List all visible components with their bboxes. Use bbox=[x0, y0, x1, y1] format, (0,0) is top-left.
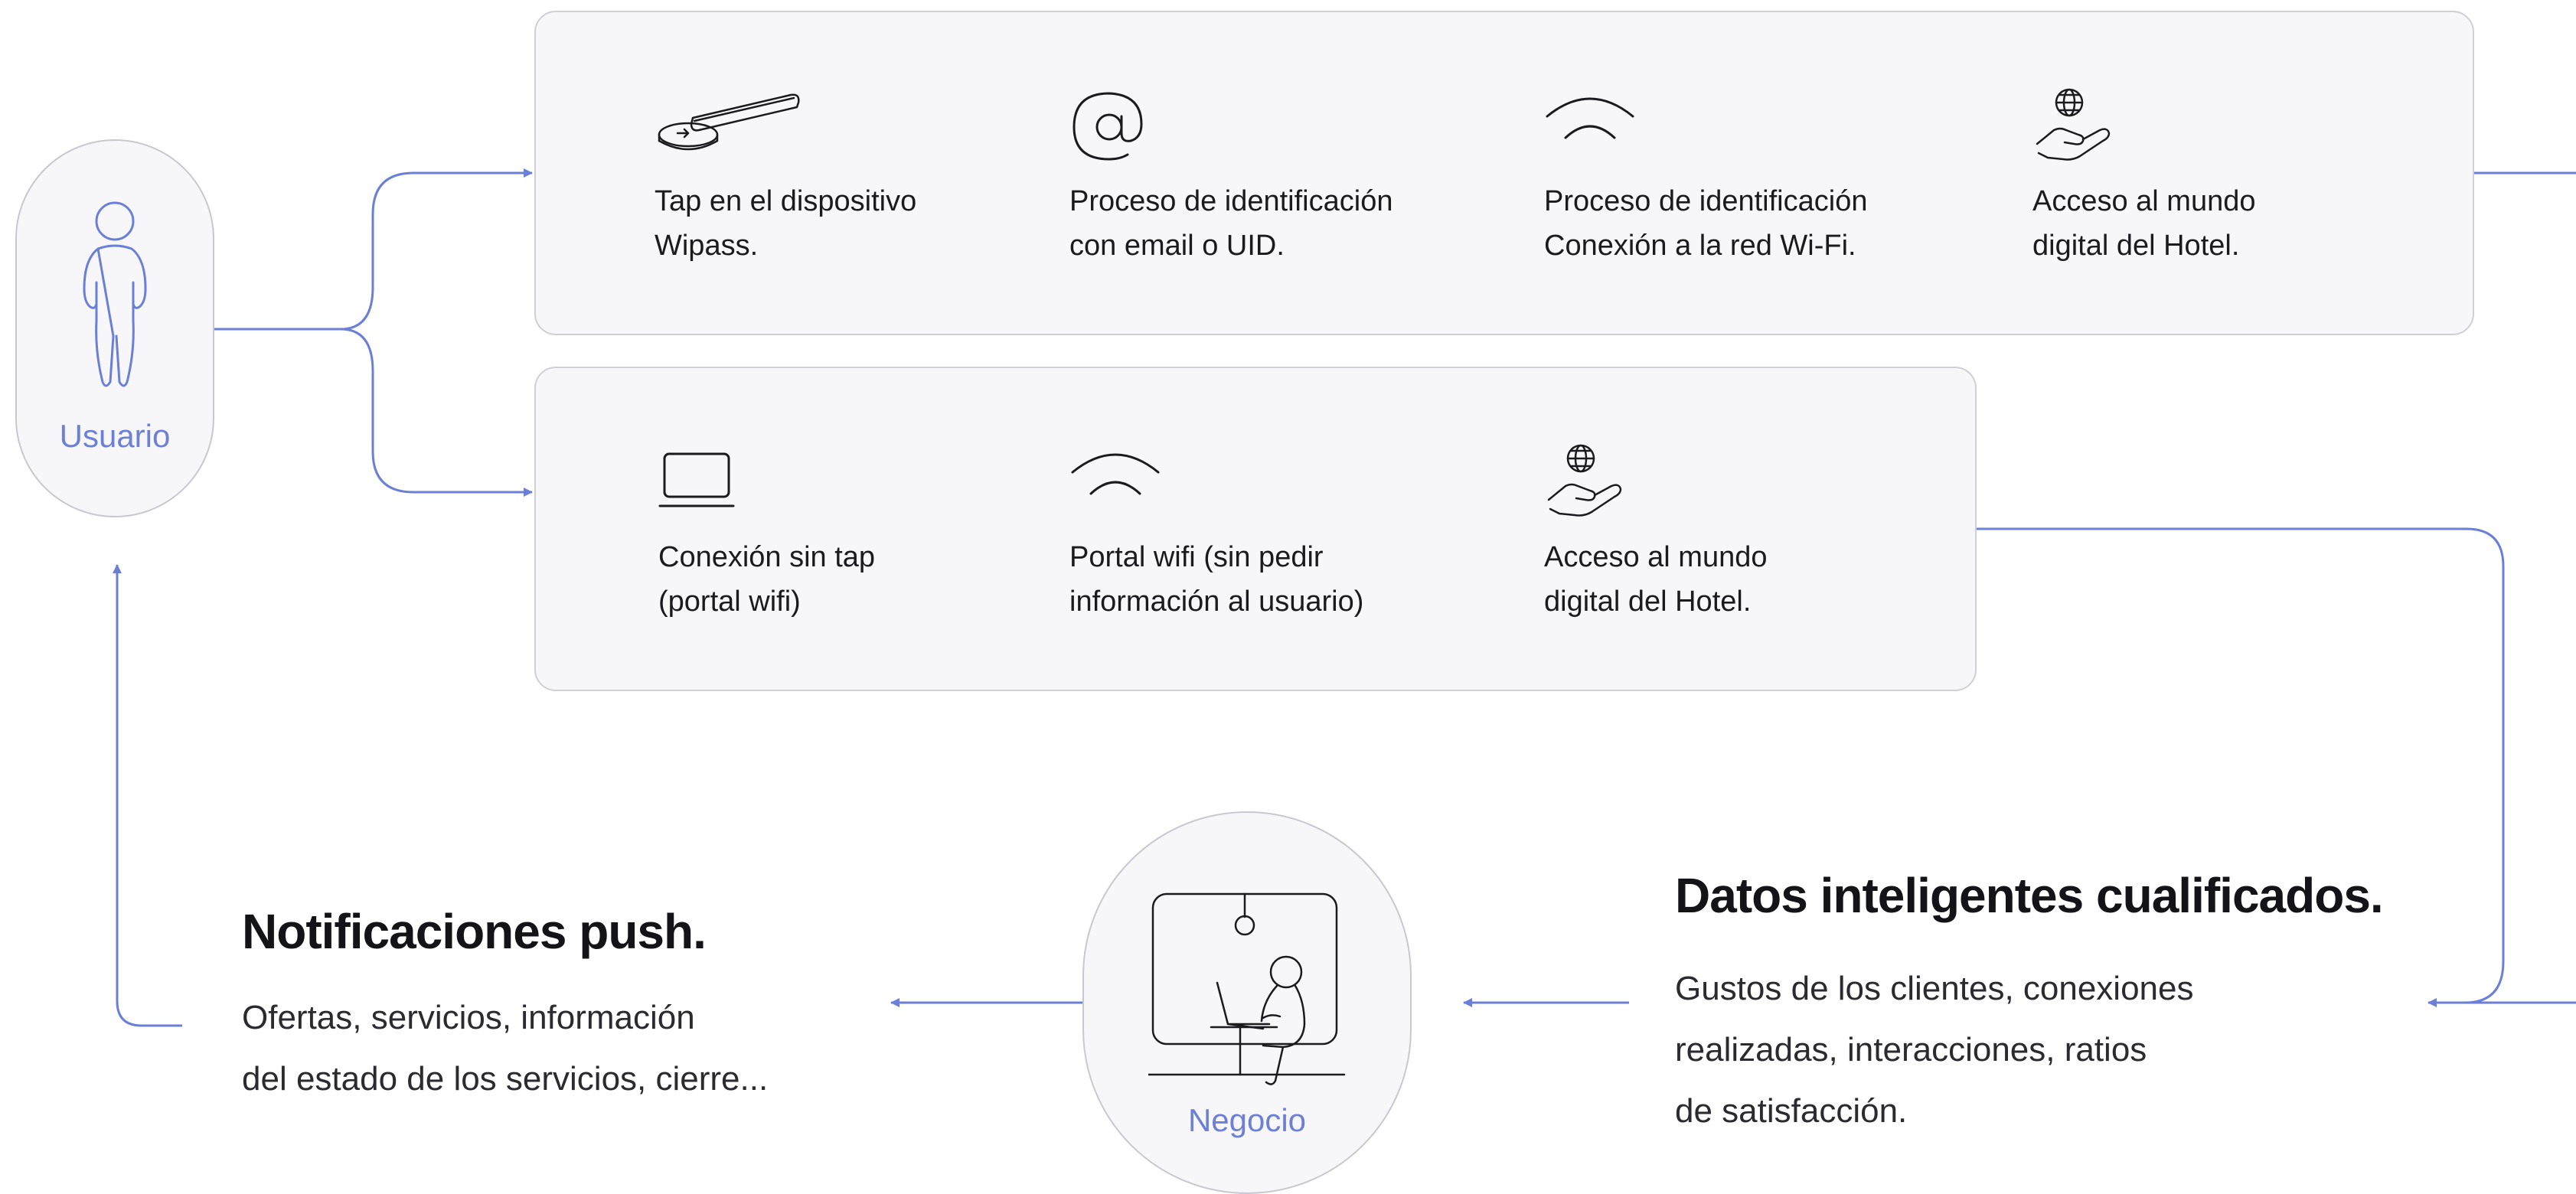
step-line: digital del Hotel. bbox=[2032, 230, 2240, 262]
person-icon bbox=[83, 201, 147, 387]
connector-to-tap-flow bbox=[340, 168, 533, 331]
smart-data-description: Gustos de los clientes, conexiones reali… bbox=[1675, 958, 2194, 1142]
push-notifications-description: Ofertas, servicios, información del esta… bbox=[242, 987, 768, 1110]
step-line: Wipass. bbox=[655, 230, 759, 262]
laptop-icon bbox=[658, 452, 735, 507]
portal-flow-box: Conexión sin tap (portal wifi) Portal wi… bbox=[534, 367, 1977, 691]
globe-hand-icon bbox=[1547, 444, 1622, 517]
push-notifications-title: Notificaciones push. bbox=[242, 904, 707, 959]
at-sign-icon bbox=[1073, 92, 1143, 161]
tap-step-access-text: Acceso al mundo digital del Hotel. bbox=[2032, 179, 2256, 268]
step-line: con email o UID. bbox=[1069, 230, 1285, 262]
step-line: Tap en el dispositivo bbox=[655, 185, 917, 217]
business-node-label: Negocio bbox=[1187, 1102, 1307, 1138]
business-node: Negocio bbox=[1082, 811, 1412, 1194]
step-line: Proceso de identificación bbox=[1544, 185, 1868, 217]
step-line: Acceso al mundo bbox=[1544, 541, 1768, 573]
step-line: Portal wifi (sin pedir bbox=[1069, 541, 1324, 573]
connector-push-to-user bbox=[113, 564, 182, 1027]
description-line: realizadas, interacciones, ratios bbox=[1675, 1031, 2147, 1068]
step-line: Acceso al mundo bbox=[2032, 185, 2256, 217]
wifi-icon bbox=[1071, 453, 1160, 495]
step-line: Conexión a la red Wi-Fi. bbox=[1544, 230, 1856, 262]
globe-hand-icon bbox=[2036, 88, 2111, 161]
wifi-icon bbox=[1546, 97, 1634, 139]
tap-step-device-text: Tap en el dispositivo Wipass. bbox=[655, 179, 916, 268]
step-line: información al usuario) bbox=[1069, 586, 1364, 618]
wipass-tap-device-icon bbox=[658, 93, 800, 151]
description-line: Gustos de los clientes, conexiones bbox=[1675, 970, 2194, 1007]
person-at-laptop-icon bbox=[1148, 892, 1346, 1085]
portal-step-wifi-text: Portal wifi (sin pedir información al us… bbox=[1069, 535, 1363, 624]
connector-portal-flow-to-data bbox=[1977, 527, 2505, 1007]
step-line: Conexión sin tap bbox=[658, 541, 876, 573]
description-line: de satisfacción. bbox=[1675, 1092, 1908, 1130]
portal-step-access-text: Acceso al mundo digital del Hotel. bbox=[1544, 535, 1768, 624]
step-line: Proceso de identificación bbox=[1069, 185, 1393, 217]
portal-step-no-tap-text: Conexión sin tap (portal wifi) bbox=[658, 535, 875, 624]
step-line: digital del Hotel. bbox=[1544, 586, 1752, 618]
smart-data-title: Datos inteligentes cualificados. bbox=[1675, 868, 2384, 923]
tap-step-identification-email-text: Proceso de identificación con email o UI… bbox=[1069, 179, 1392, 268]
description-line: Ofertas, servicios, información bbox=[242, 999, 695, 1036]
user-node: Usuario bbox=[15, 139, 214, 517]
connector-to-portal-flow bbox=[340, 328, 533, 497]
step-line: (portal wifi) bbox=[658, 586, 801, 618]
tap-step-identification-wifi-text: Proceso de identificación Conexión a la … bbox=[1544, 179, 1867, 268]
user-node-label: Usuario bbox=[59, 418, 171, 454]
description-line: del estado de los servicios, cierre... bbox=[242, 1060, 769, 1098]
tap-flow-box: Tap en el dispositivo Wipass. Proceso de… bbox=[534, 11, 2474, 335]
